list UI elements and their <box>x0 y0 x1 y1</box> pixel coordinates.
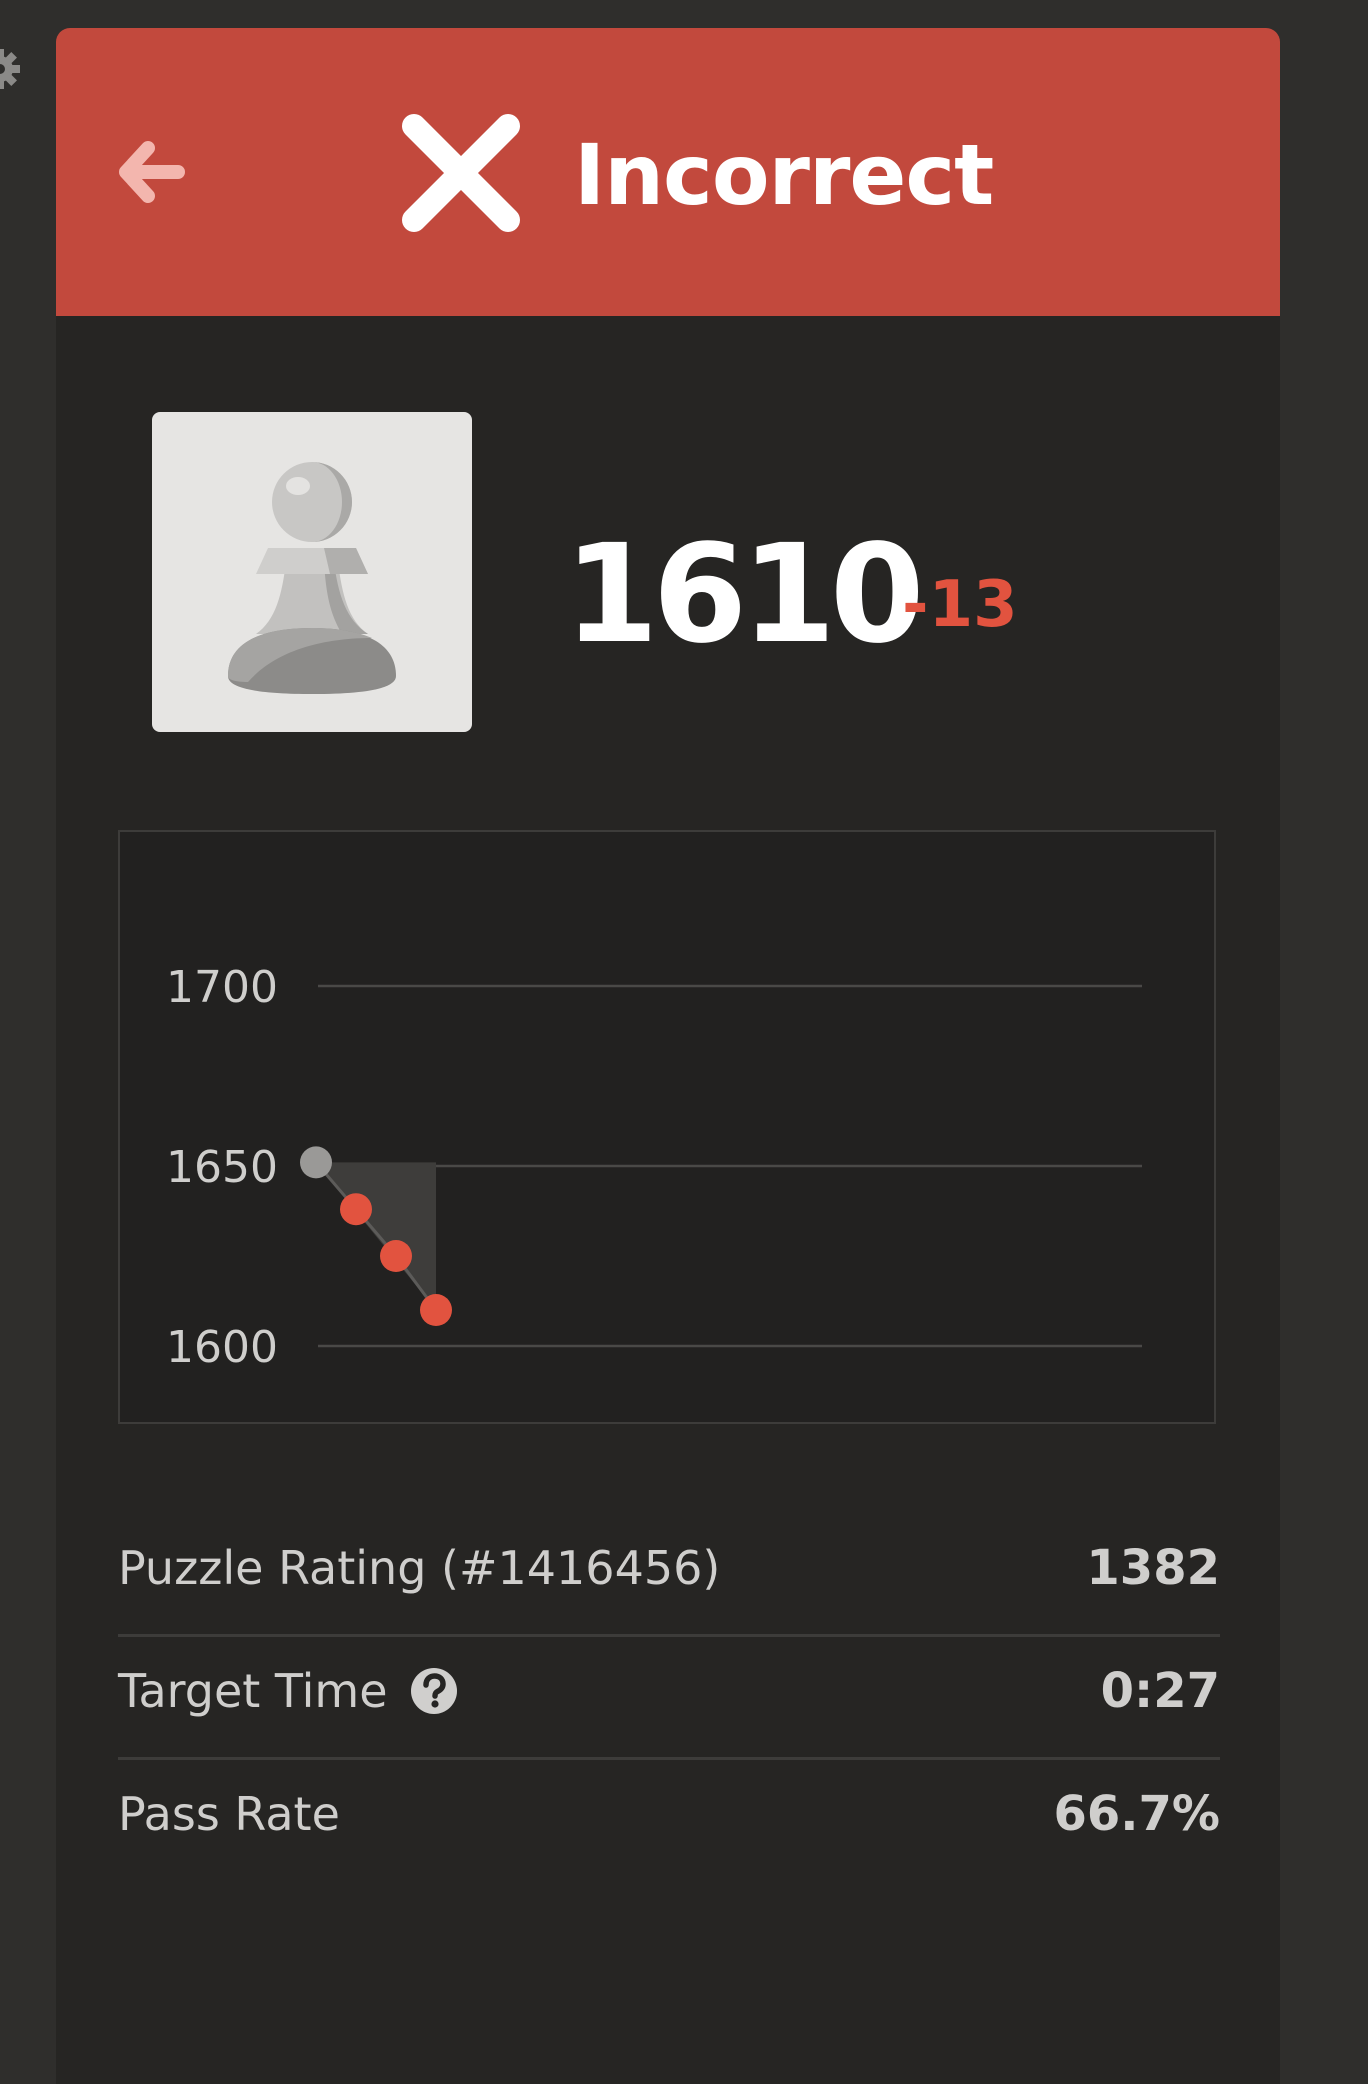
arrow-left-icon[interactable] <box>110 132 190 212</box>
stat-row-pass-rate: Pass Rate 66.7% <box>118 1760 1220 1880</box>
stat-label: Target Time <box>118 1661 458 1721</box>
result-header: Incorrect <box>56 28 1280 316</box>
stat-row-puzzle-rating: Puzzle Rating (#1416456) 1382 <box>118 1514 1220 1637</box>
data-point <box>380 1240 412 1272</box>
stat-value: 0:27 <box>1100 1663 1220 1719</box>
avatar <box>152 412 472 732</box>
player-rating: 1610 <box>564 516 925 674</box>
data-point <box>340 1193 372 1226</box>
stat-row-target-time: Target Time 0:27 <box>118 1637 1220 1760</box>
stat-label: Puzzle Rating (#1416456) <box>118 1541 721 1595</box>
data-point <box>420 1294 452 1326</box>
y-tick-label: 1600 <box>166 1322 278 1373</box>
x-icon <box>402 114 520 232</box>
stat-label: Pass Rate <box>118 1787 340 1841</box>
stat-value: 66.7% <box>1053 1786 1220 1842</box>
puzzle-result-panel: Incorrect 1610 -13 1600 1650 1700 Puzzle R… <box>56 28 1280 2084</box>
stat-value: 1382 <box>1086 1540 1220 1596</box>
gear-icon[interactable] <box>0 44 20 94</box>
rating-chart: 1600 1650 1700 <box>118 830 1216 1424</box>
result-title: Incorrect <box>574 126 994 224</box>
data-point <box>300 1146 332 1179</box>
rating-change: -13 <box>902 568 1018 642</box>
pawn-icon <box>228 462 396 694</box>
y-tick-label: 1700 <box>166 962 278 1013</box>
puzzle-stats: Puzzle Rating (#1416456) 1382 Target Tim… <box>118 1514 1220 1880</box>
rating-chart-svg: 1600 1650 1700 <box>166 962 1142 1373</box>
y-tick-label: 1650 <box>166 1142 278 1193</box>
question-circle-icon[interactable] <box>410 1667 458 1715</box>
